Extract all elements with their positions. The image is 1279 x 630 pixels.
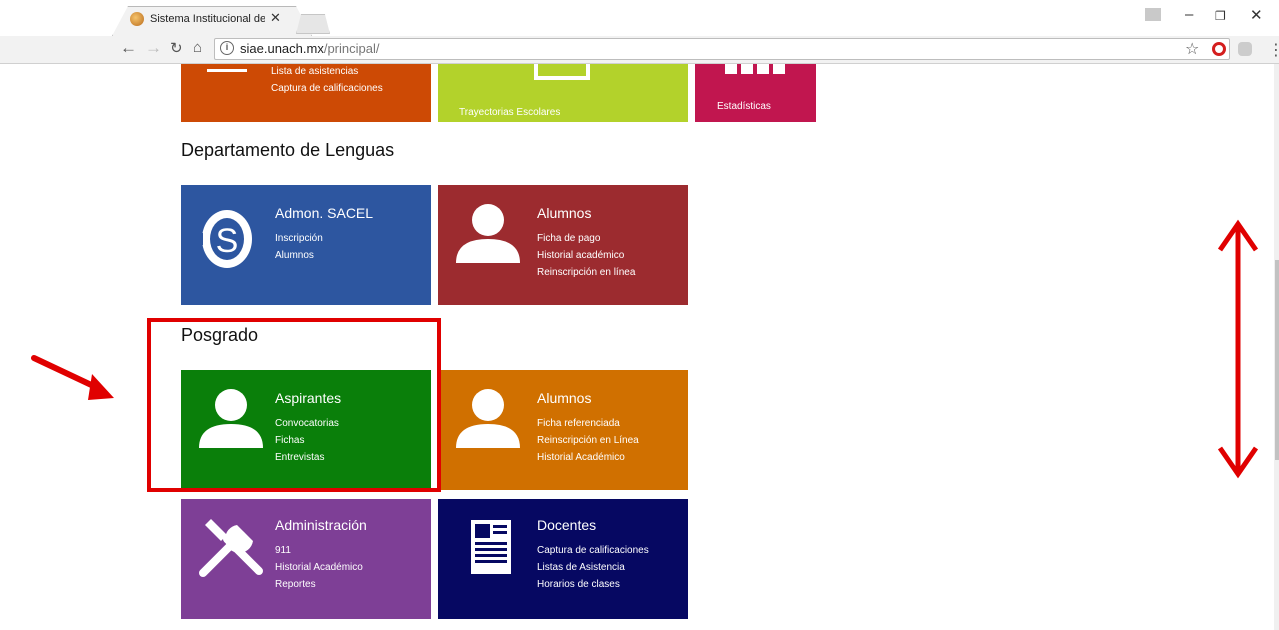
tile-title: Alumnos: [537, 390, 592, 406]
scroll-arrow-icon: [1217, 219, 1259, 479]
tile-label[interactable]: Trayectorias Escolares: [459, 104, 560, 121]
tile-docentes[interactable]: Docentes Captura de calificaciones Lista…: [438, 499, 688, 619]
info-icon[interactable]: i: [220, 41, 234, 55]
svg-text:S: S: [216, 222, 239, 260]
home-icon[interactable]: ⌂: [193, 39, 202, 56]
favicon-icon: [130, 12, 144, 26]
tile-item[interactable]: Captura de calificaciones: [537, 542, 649, 559]
tile-title: Alumnos: [537, 205, 592, 221]
section-title-lenguas: Departamento de Lenguas: [181, 140, 395, 160]
bar-chart-icon: [725, 64, 787, 74]
user-icon: [456, 204, 520, 263]
tile-asistencias[interactable]: Lista de asistencias Captura de califica…: [181, 64, 431, 122]
extension-icon[interactable]: [1238, 42, 1252, 56]
tile-alumnos-lenguas[interactable]: Alumnos Ficha de pago Historial académic…: [438, 185, 688, 305]
tile-item[interactable]: Historial Académico: [275, 559, 363, 576]
reload-icon[interactable]: ↻: [170, 39, 183, 57]
tile-item[interactable]: Listas de Asistencia: [537, 559, 649, 576]
tab-title: Sistema Institucional de: [150, 13, 265, 25]
monitor-icon: [534, 64, 590, 80]
tile-title: Docentes: [537, 517, 597, 533]
tile-item[interactable]: Ficha referenciada: [537, 415, 639, 432]
tile-alumnos-posgrado[interactable]: Alumnos Ficha referenciada Reinscripción…: [438, 370, 688, 490]
tile-item[interactable]: Reinscripción en línea: [537, 264, 635, 281]
tile-item[interactable]: Reinscripción en Línea: [537, 432, 639, 449]
tile-item[interactable]: Reportes: [275, 576, 363, 593]
document-icon: [471, 520, 511, 574]
tile-item[interactable]: Historial Académico: [537, 449, 639, 466]
profile-icon[interactable]: [1145, 8, 1161, 21]
user-icon: [456, 389, 520, 448]
tile-estadisticas[interactable]: Estadísticas: [695, 64, 816, 122]
tile-item[interactable]: Inscripción: [275, 230, 323, 247]
forward-icon[interactable]: →: [145, 38, 162, 58]
url-text[interactable]: siae.unach.mx/principal/: [240, 41, 379, 56]
tile-title: Administración: [275, 517, 367, 533]
sacel-logo-icon: S: [199, 210, 252, 268]
opera-extension-icon[interactable]: [1212, 42, 1226, 56]
menu-icon[interactable]: ⋮: [1268, 40, 1279, 60]
scrollbar-thumb[interactable]: [1275, 260, 1279, 460]
tile-item[interactable]: 911: [275, 542, 363, 559]
tile-item[interactable]: Horarios de clases: [537, 576, 649, 593]
tile-item[interactable]: Ficha de pago: [537, 230, 635, 247]
bookmark-star-icon[interactable]: ☆: [1185, 39, 1199, 59]
tile-admon-sacel[interactable]: S Admon. SACEL Inscripción Alumnos: [181, 185, 431, 305]
tile-item[interactable]: Historial académico: [537, 247, 635, 264]
close-tab-icon[interactable]: ✕: [270, 10, 281, 26]
tile-title: Admon. SACEL: [275, 205, 374, 221]
url-host: siae.unach.mx: [240, 41, 324, 56]
back-icon[interactable]: ←: [120, 38, 137, 58]
list-icon: [207, 64, 247, 72]
tools-icon: [199, 519, 263, 577]
url-path: /principal/: [323, 41, 380, 56]
new-tab-button[interactable]: [296, 14, 330, 34]
minimize-icon[interactable]: –: [1185, 6, 1193, 23]
tile-item[interactable]: Captura de calificaciones: [271, 80, 383, 97]
tile-administracion[interactable]: Administración 911 Historial Académico R…: [181, 499, 431, 619]
tile-item[interactable]: Alumnos: [275, 247, 323, 264]
tile-label[interactable]: Estadísticas: [717, 98, 771, 115]
tile-trayectorias[interactable]: Trayectorias Escolares: [438, 64, 688, 122]
restore-icon[interactable]: ❐: [1215, 9, 1226, 23]
tile-item[interactable]: Lista de asistencias: [271, 63, 383, 80]
pointer-arrow-icon: [31, 355, 114, 400]
close-window-icon[interactable]: ✕: [1250, 6, 1263, 24]
highlight-box: [147, 318, 441, 492]
